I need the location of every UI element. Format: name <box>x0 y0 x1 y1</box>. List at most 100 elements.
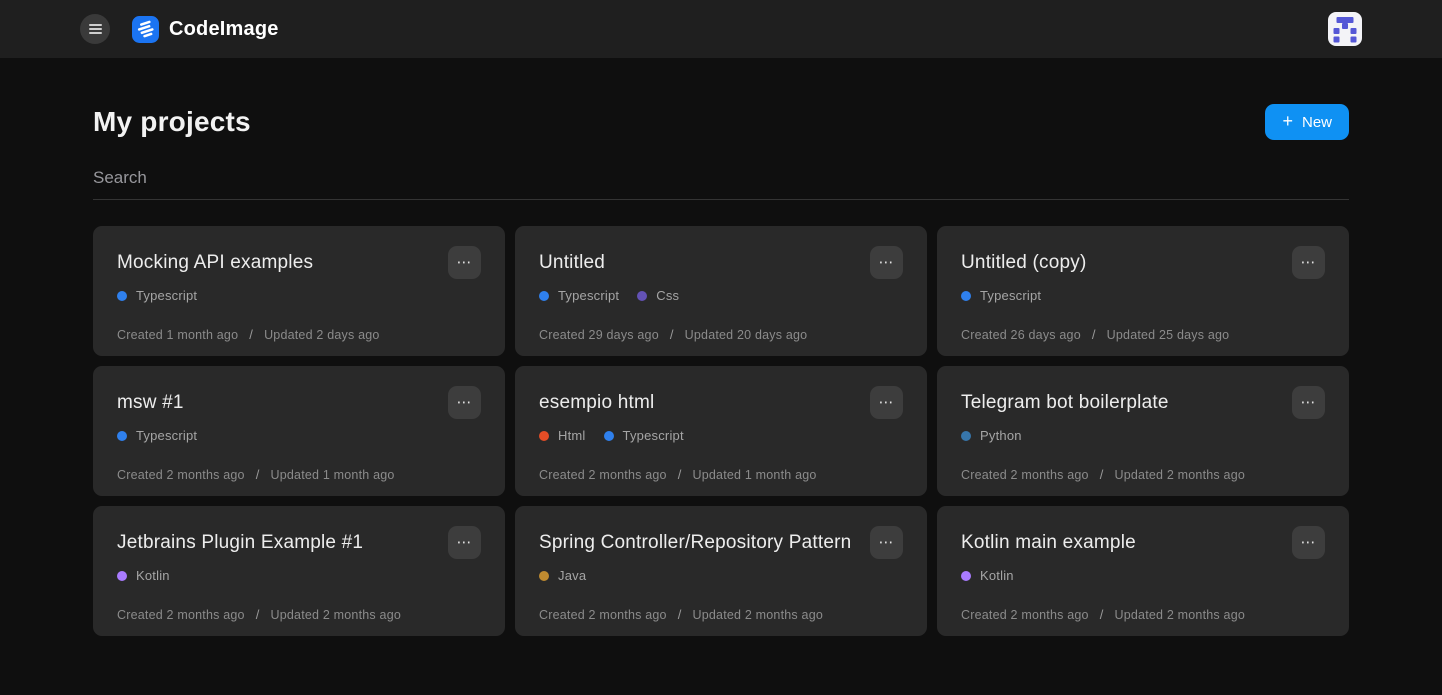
language-name: Typescript <box>980 288 1041 303</box>
language-name: Typescript <box>136 428 197 443</box>
project-title: Jetbrains Plugin Example #1 <box>117 532 363 554</box>
project-menu-button[interactable]: ⋯ <box>448 246 481 279</box>
project-menu-button[interactable]: ⋯ <box>1292 246 1325 279</box>
project-menu-button[interactable]: ⋯ <box>1292 386 1325 419</box>
project-dates: Created 2 months ago / Updated 2 months … <box>961 467 1325 482</box>
language-badge: Kotlin <box>961 568 1014 583</box>
language-dot-icon <box>637 291 647 301</box>
created-date: Created 2 months ago <box>117 608 245 622</box>
page-header: My projects + New <box>93 104 1349 140</box>
project-menu-button[interactable]: ⋯ <box>448 526 481 559</box>
topbar: CodeImage <box>0 0 1442 58</box>
search-bar <box>93 168 1349 200</box>
project-dates: Created 2 months ago / Updated 2 months … <box>539 607 903 622</box>
created-date: Created 2 months ago <box>961 608 1089 622</box>
project-card[interactable]: Mocking API examples ⋯ Typescript Create… <box>93 226 505 356</box>
updated-date: Updated 1 month ago <box>693 468 817 482</box>
language-name: Typescript <box>623 428 684 443</box>
created-date: Created 2 months ago <box>539 608 667 622</box>
created-date: Created 1 month ago <box>117 328 238 342</box>
language-badge: Css <box>637 288 679 303</box>
language-name: Typescript <box>558 288 619 303</box>
brand[interactable]: CodeImage <box>132 16 279 43</box>
codeimage-logo-icon <box>132 16 159 43</box>
language-dot-icon <box>961 431 971 441</box>
language-badge: Typescript <box>604 428 684 443</box>
language-list: Typescript <box>117 288 481 303</box>
language-name: Kotlin <box>980 568 1014 583</box>
project-dates: Created 2 months ago / Updated 2 months … <box>117 607 481 622</box>
project-card[interactable]: Untitled ⋯ Typescript Css Created 29 days… <box>515 226 927 356</box>
project-menu-button[interactable]: ⋯ <box>870 246 903 279</box>
date-separator-icon: / <box>678 607 682 622</box>
date-separator-icon: / <box>678 467 682 482</box>
user-avatar[interactable] <box>1328 12 1362 46</box>
project-card[interactable]: Spring Controller/Repository Pattern ⋯ J… <box>515 506 927 636</box>
projects-grid: Mocking API examples ⋯ Typescript Create… <box>93 226 1349 636</box>
search-input[interactable] <box>93 168 1349 188</box>
ellipsis-icon: ⋯ <box>1301 395 1317 410</box>
language-badge: Html <box>539 428 586 443</box>
language-badge: Kotlin <box>117 568 170 583</box>
date-separator-icon: / <box>1100 607 1104 622</box>
project-menu-button[interactable]: ⋯ <box>870 526 903 559</box>
project-menu-button[interactable]: ⋯ <box>1292 526 1325 559</box>
date-separator-icon: / <box>249 327 253 342</box>
created-date: Created 2 months ago <box>961 468 1089 482</box>
ellipsis-icon: ⋯ <box>1301 255 1317 270</box>
updated-date: Updated 2 months ago <box>693 608 823 622</box>
created-date: Created 2 months ago <box>539 468 667 482</box>
project-card[interactable]: Kotlin main example ⋯ Kotlin Created 2 m… <box>937 506 1349 636</box>
project-card[interactable]: Jetbrains Plugin Example #1 ⋯ Kotlin Cre… <box>93 506 505 636</box>
date-separator-icon: / <box>256 467 260 482</box>
project-dates: Created 29 days ago / Updated 20 days ag… <box>539 327 903 342</box>
language-dot-icon <box>117 571 127 581</box>
menu-toggle-button[interactable] <box>80 14 110 44</box>
language-list: Kotlin <box>117 568 481 583</box>
project-card[interactable]: msw #1 ⋯ Typescript Created 2 months ago… <box>93 366 505 496</box>
updated-date: Updated 2 months ago <box>1115 468 1245 482</box>
ellipsis-icon: ⋯ <box>879 255 895 270</box>
project-title: Mocking API examples <box>117 252 313 274</box>
language-badge: Python <box>961 428 1022 443</box>
main-content: My projects + New Mocking API examples ⋯… <box>93 104 1349 636</box>
project-title: esempio html <box>539 392 654 414</box>
avatar-identicon <box>1328 12 1362 46</box>
project-title: Kotlin main example <box>961 532 1136 554</box>
language-name: Kotlin <box>136 568 170 583</box>
ellipsis-icon: ⋯ <box>1301 535 1317 550</box>
language-name: Python <box>980 428 1022 443</box>
brand-name: CodeImage <box>169 18 279 41</box>
new-project-button[interactable]: + New <box>1265 104 1349 140</box>
language-name: Java <box>558 568 586 583</box>
language-name: Html <box>558 428 586 443</box>
project-title: Spring Controller/Repository Pattern <box>539 532 851 554</box>
language-dot-icon <box>961 571 971 581</box>
created-date: Created 26 days ago <box>961 328 1081 342</box>
language-dot-icon <box>961 291 971 301</box>
new-button-label: New <box>1302 114 1332 131</box>
language-badge: Typescript <box>117 288 197 303</box>
project-dates: Created 2 months ago / Updated 1 month a… <box>539 467 903 482</box>
updated-date: Updated 2 months ago <box>1115 608 1245 622</box>
ellipsis-icon: ⋯ <box>457 535 473 550</box>
language-dot-icon <box>539 571 549 581</box>
ellipsis-icon: ⋯ <box>879 535 895 550</box>
project-card[interactable]: esempio html ⋯ Html Typescript Created 2 … <box>515 366 927 496</box>
updated-date: Updated 1 month ago <box>271 468 395 482</box>
language-list: Python <box>961 428 1325 443</box>
project-title: Untitled <box>539 252 605 274</box>
language-list: Typescript <box>961 288 1325 303</box>
language-dot-icon <box>539 291 549 301</box>
hamburger-icon <box>89 24 102 34</box>
project-dates: Created 26 days ago / Updated 25 days ag… <box>961 327 1325 342</box>
project-menu-button[interactable]: ⋯ <box>870 386 903 419</box>
project-title: Untitled (copy) <box>961 252 1087 274</box>
project-menu-button[interactable]: ⋯ <box>448 386 481 419</box>
project-card[interactable]: Untitled (copy) ⋯ Typescript Created 26 … <box>937 226 1349 356</box>
ellipsis-icon: ⋯ <box>457 255 473 270</box>
language-list: Java <box>539 568 903 583</box>
ellipsis-icon: ⋯ <box>879 395 895 410</box>
updated-date: Updated 2 months ago <box>271 608 401 622</box>
project-card[interactable]: Telegram bot boilerplate ⋯ Python Create… <box>937 366 1349 496</box>
